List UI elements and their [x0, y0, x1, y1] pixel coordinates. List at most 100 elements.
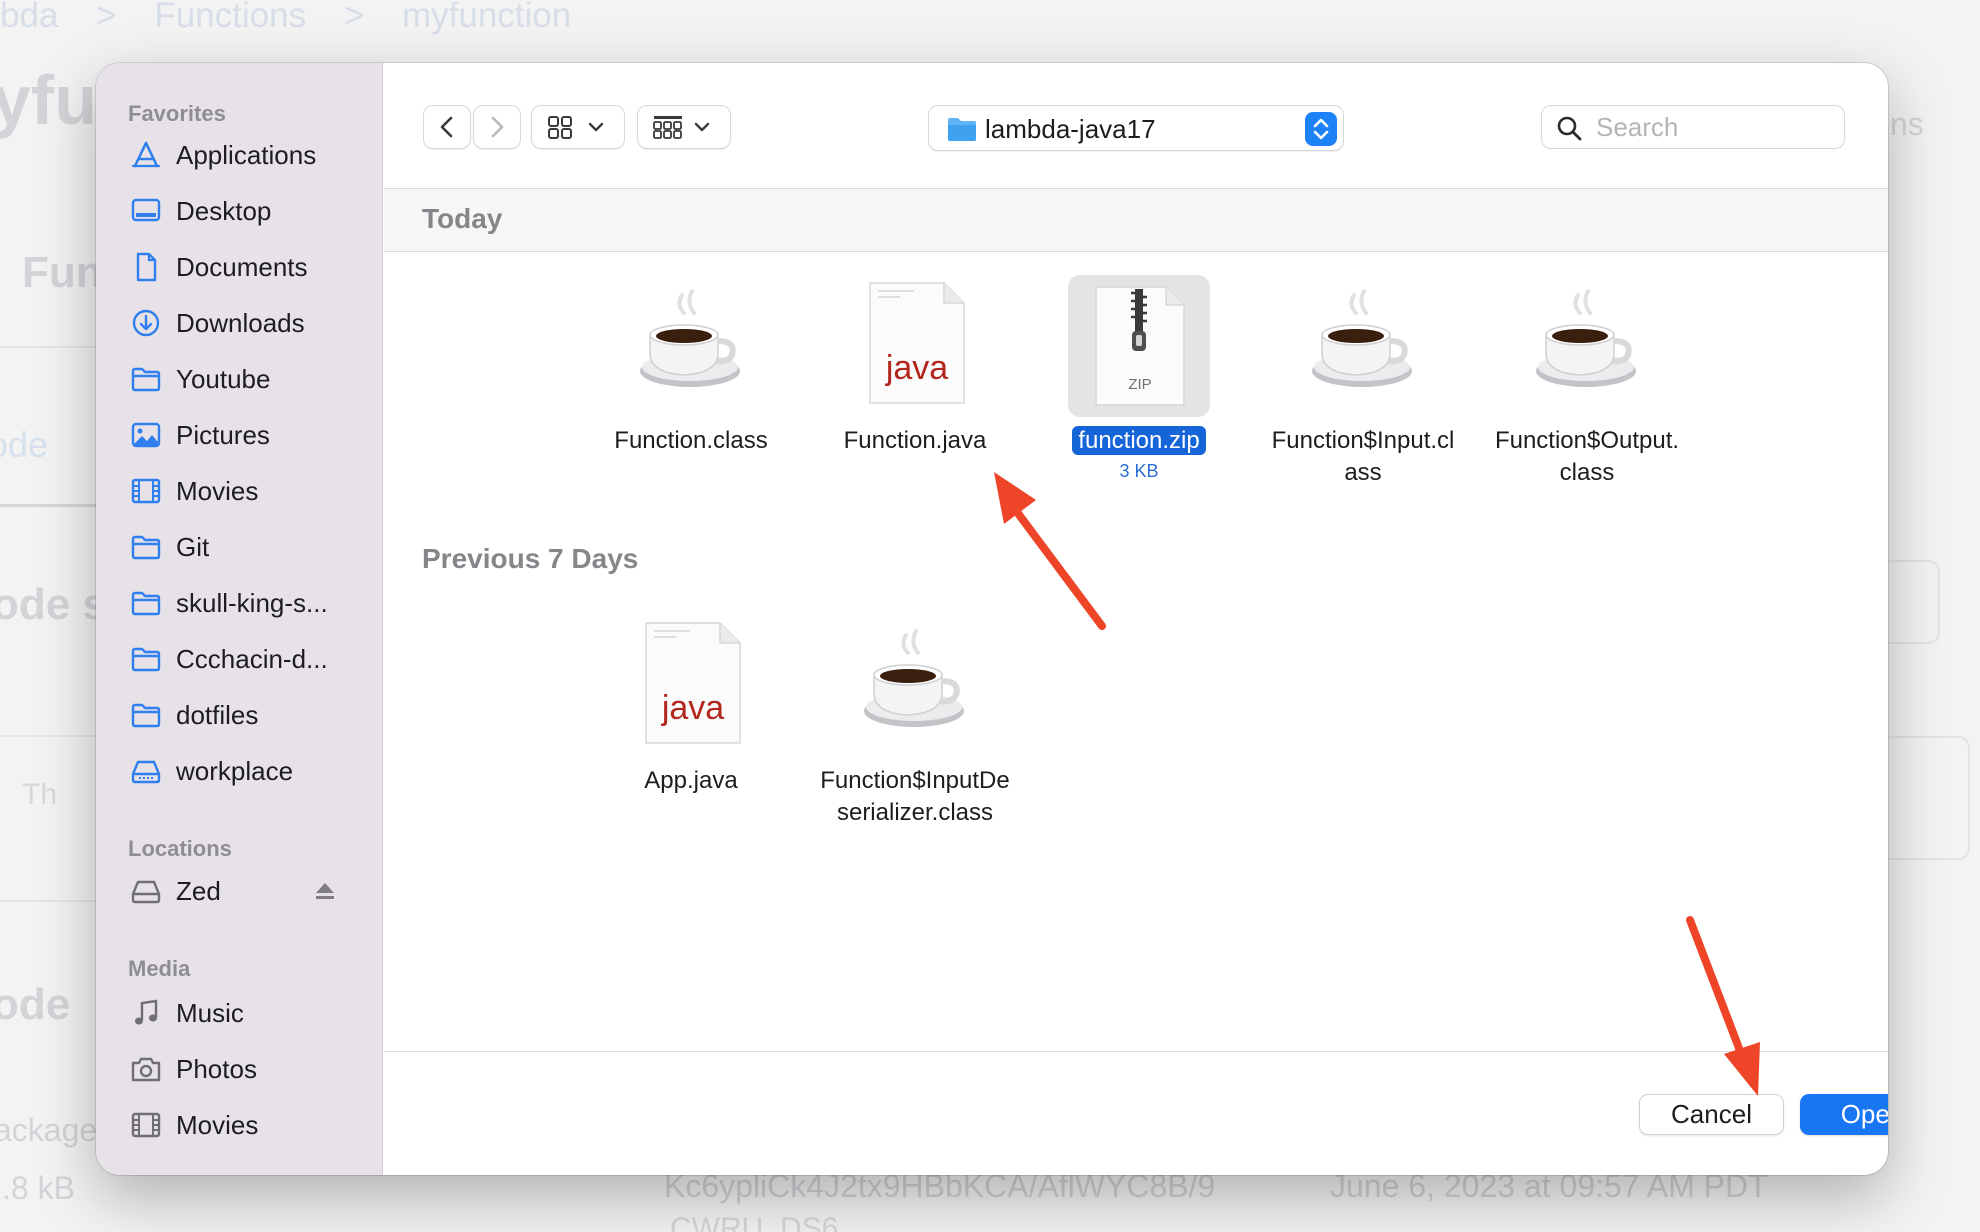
file-name: Function.java — [843, 427, 987, 454]
sidebar-item-workplace[interactable]: workplace — [96, 745, 383, 797]
folder-icon — [948, 118, 976, 141]
chevron-left-icon — [440, 116, 453, 138]
film-icon — [131, 478, 161, 504]
background-breadcrumb-item: myfunction — [402, 0, 572, 35]
forward-button[interactable] — [473, 105, 521, 149]
sidebar-item-documents[interactable]: Documents — [96, 241, 383, 293]
location-stepper[interactable] — [1305, 112, 1337, 146]
search-field[interactable] — [1541, 105, 1845, 149]
breadcrumb-separator: > — [96, 0, 117, 35]
sidebar-item-pictures[interactable]: Pictures — [96, 409, 383, 461]
music-icon — [135, 999, 158, 1025]
file-name: Function.class — [614, 427, 768, 454]
background-code-heading: ode s — [0, 580, 107, 629]
sidebar-heading-media: Media — [128, 956, 191, 981]
sidebar-item-label: Music — [176, 997, 244, 1028]
file-name-selected: function.zip — [1034, 425, 1244, 457]
background-title: yfu — [0, 61, 97, 139]
downloads-icon — [132, 309, 160, 337]
back-button[interactable] — [423, 105, 471, 149]
search-input[interactable] — [1596, 112, 1836, 142]
background-hash-line: CWRU_DS6... — [670, 1212, 864, 1232]
java-file-icon: java — [645, 622, 741, 744]
sidebar-item-label: Git — [176, 531, 210, 562]
sidebar-item-movies[interactable]: Movies — [96, 465, 383, 517]
folder-icon — [131, 591, 161, 616]
drive-icon — [131, 880, 161, 904]
sidebar-item-label: Documents — [176, 251, 308, 282]
sidebar-item-dotfiles[interactable]: dotfiles — [96, 689, 383, 741]
java-cup-icon — [864, 629, 964, 727]
updown-chevron-icon — [1313, 118, 1329, 140]
location-popup[interactable]: lambda-java17 — [928, 105, 1344, 151]
background-breadcrumb-item: bda — [0, 0, 59, 35]
background-package-size: .8 kB — [2, 1170, 75, 1206]
open-button[interactable]: Open — [1800, 1094, 1888, 1135]
sidebar-item-label: Desktop — [176, 195, 272, 226]
group-by-button[interactable] — [637, 105, 731, 149]
background-info-text: Th — [22, 778, 58, 811]
background-breadcrumb-item: Functions — [154, 0, 307, 35]
sidebar-item-label: Photos — [176, 1053, 257, 1084]
chevron-right-icon — [491, 116, 504, 138]
folder-icon — [131, 703, 161, 728]
background-code-heading: ode — [0, 980, 71, 1029]
view-mode-button[interactable] — [531, 105, 625, 149]
section-heading: Previous 7 Days — [422, 543, 639, 574]
background-panel-box — [1880, 736, 1970, 860]
sidebar-item-label: Youtube — [176, 363, 271, 394]
cancel-button[interactable]: Cancel — [1639, 1094, 1784, 1135]
background-select-box — [1880, 560, 1940, 644]
camera-icon — [131, 1057, 161, 1082]
sidebar-item-ccchacin[interactable]: Ccchacin-d... — [96, 633, 383, 685]
sidebar-item-photos[interactable]: Photos — [96, 1043, 383, 1095]
document-icon — [136, 252, 157, 282]
background-subheading: Fun — [22, 248, 103, 297]
sidebar-item-label: dotfiles — [176, 699, 259, 730]
section-header-today: Today — [384, 188, 1888, 252]
zip-badge: ZIP — [1128, 376, 1151, 393]
sidebar-item-label: workplace — [176, 755, 294, 786]
applications-icon — [131, 141, 161, 168]
sidebar-item-applications[interactable]: Applications — [96, 129, 383, 181]
background-tab-underline — [0, 504, 100, 507]
sidebar-item-media-movies[interactable]: Movies — [96, 1099, 383, 1151]
java-cup-icon — [1536, 289, 1636, 387]
java-cup-icon — [1312, 289, 1412, 387]
drive-icon — [131, 760, 161, 784]
folder-icon — [131, 647, 161, 672]
file-size: 3 KB — [1119, 461, 1159, 481]
icon-grid-icon — [548, 116, 604, 139]
background-divider — [0, 900, 100, 902]
sidebar-item-git[interactable]: Git — [96, 521, 383, 573]
folder-icon — [131, 367, 161, 392]
sidebar-item-label: Applications — [176, 139, 317, 170]
section-heading: Today — [422, 203, 503, 234]
sidebar-item-youtube[interactable]: Youtube — [96, 353, 383, 405]
sidebar-item-zed[interactable]: Zed — [96, 865, 383, 917]
background-divider — [0, 735, 100, 737]
background-divider — [0, 346, 100, 348]
folder-icon — [131, 535, 161, 560]
background-tab: ode — [0, 424, 49, 465]
group-grid-icon — [653, 116, 710, 139]
sidebar-item-skull-king[interactable]: skull-king-s... — [96, 577, 383, 629]
sidebar-item-label: Movies — [176, 1109, 259, 1140]
java-cup-icon — [640, 289, 740, 387]
current-folder-label: lambda-java17 — [985, 114, 1156, 144]
sidebar-heading-locations: Locations — [128, 836, 232, 861]
sidebar-item-label: Movies — [176, 475, 259, 506]
sidebar-item-music[interactable]: Music — [96, 987, 383, 1039]
search-icon — [1557, 116, 1582, 141]
open-file-dialog: Favorites Applications Desktop Documents — [96, 63, 1888, 1175]
sidebar-item-downloads[interactable]: Downloads — [96, 297, 383, 349]
sidebar-item-label: Ccchacin-d... — [176, 643, 328, 674]
java-file-icon: java — [869, 282, 965, 404]
file-browser: lambda-java17 Today — [384, 63, 1888, 1175]
eject-icon[interactable] — [314, 880, 336, 902]
file-name: Function$Output. class — [1494, 427, 1680, 486]
sidebar-item-desktop[interactable]: Desktop — [96, 185, 383, 237]
sidebar-heading-favorites: Favorites — [128, 101, 226, 126]
breadcrumb-separator: > — [343, 0, 365, 35]
sidebar-item-label: Pictures — [176, 419, 270, 450]
